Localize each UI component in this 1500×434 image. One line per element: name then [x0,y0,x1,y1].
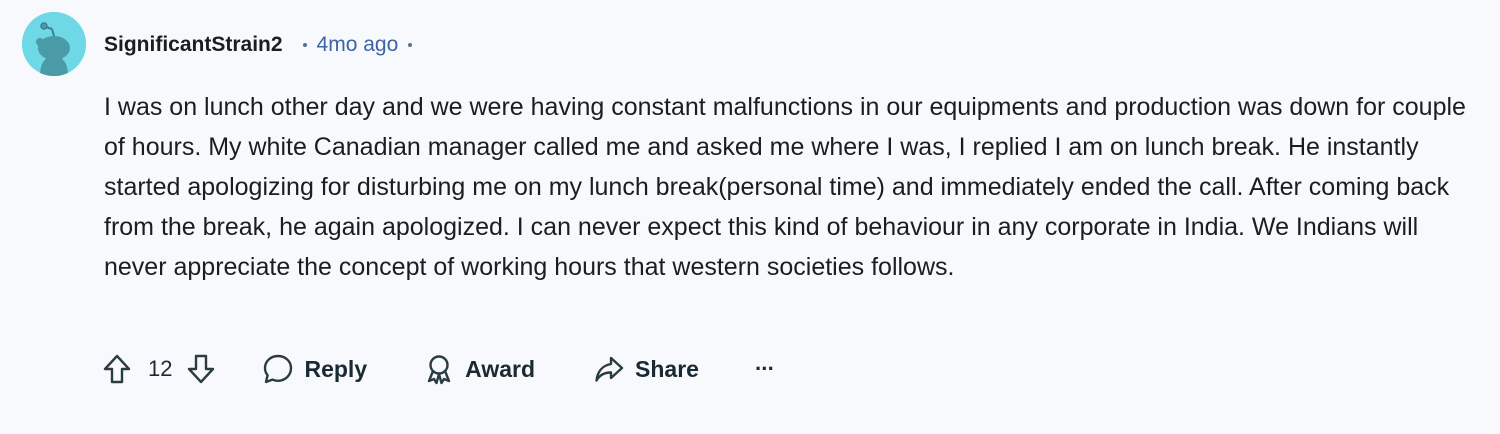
comment-timestamp[interactable]: 4mo ago [317,33,399,57]
comment-actions: 12 Reply Award Share ··· [100,346,775,392]
snoo-avatar-icon [22,12,86,76]
reply-button[interactable]: Reply [262,353,367,385]
share-button[interactable]: Share [593,353,699,385]
upvote-button[interactable] [100,352,134,386]
downvote-arrow-icon [188,354,215,384]
comment-meta: SignificantStrain2 4mo ago [104,28,422,62]
vote-count: 12 [148,356,173,381]
reply-label: Reply [304,355,368,382]
speech-bubble-icon [262,353,294,385]
separator-dot [302,43,307,47]
downvote-button[interactable] [184,352,218,386]
upvote-arrow-icon [103,354,131,384]
share-arrow-icon [593,353,625,385]
share-label: Share [635,355,699,382]
ellipsis-icon: ··· [754,356,775,381]
user-avatar[interactable] [22,12,86,76]
separator-dot [408,43,413,47]
username-link[interactable]: SignificantStrain2 [104,33,283,57]
more-options-button[interactable]: ··· [754,356,775,382]
comment-card: SignificantStrain2 4mo ago I was on lunc… [0,0,1500,434]
award-ribbon-icon [423,353,455,385]
award-label: Award [465,355,536,382]
comment-body: I was on lunch other day and we were hav… [104,93,1466,281]
award-button[interactable]: Award [423,353,535,385]
